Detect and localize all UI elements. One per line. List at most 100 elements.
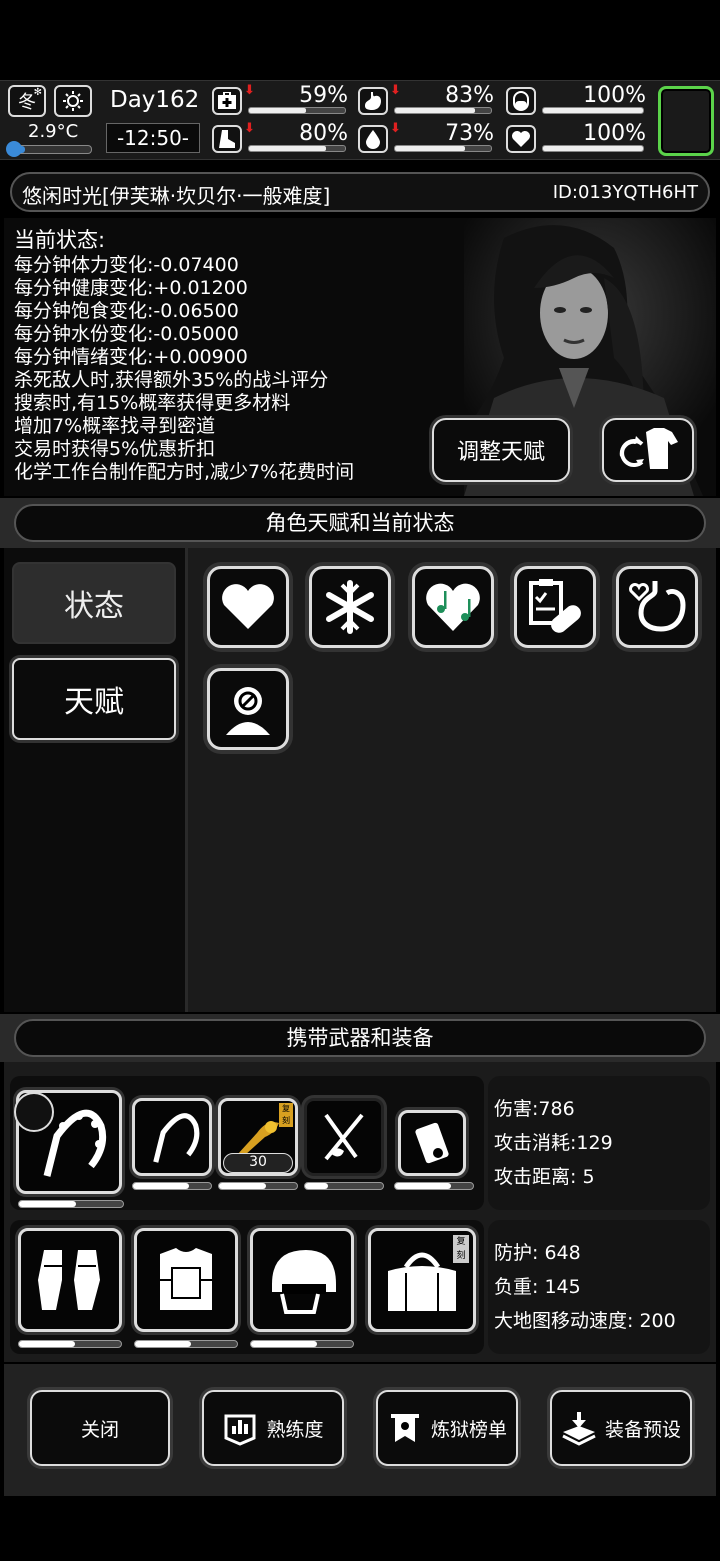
skill-badge-icon: [14, 1092, 54, 1132]
preset-label: 装备预设: [604, 1418, 681, 1441]
engraved-badge-text: 复刻: [456, 1237, 466, 1261]
outfit-swap-icon: [619, 428, 678, 469]
status-head-ban[interactable]: [207, 668, 289, 750]
top-status-bar: 冬 ✻ 2.9°C Day162 -12:50- ⬇ 59% ⬇ 83% 100…: [0, 80, 720, 160]
status-line: 交易时获得5%优惠折扣: [14, 438, 216, 460]
snowflake-icon: [326, 580, 374, 634]
tab-status[interactable]: 状态: [12, 562, 176, 644]
armor-stats-panel: 防护: 648 负重: 145 大地图移动速度: 200: [488, 1220, 710, 1354]
status-music-heart[interactable]: [412, 566, 494, 648]
character-name: 悠闲时光[伊芙琳·坎贝尔·一般难度]: [22, 184, 331, 208]
weapon-bar-fill: [395, 1183, 452, 1189]
health-down-arrow: ⬇: [244, 83, 255, 98]
hunger-fill: [395, 108, 475, 113]
armor-bar-fill: [19, 1341, 76, 1347]
weapon-range: 攻击距离: 5: [494, 1166, 595, 1188]
body-armor-slot[interactable]: [134, 1228, 238, 1332]
weapon-slot-2[interactable]: [132, 1098, 212, 1176]
ranking-button[interactable]: 炼狱榜单: [376, 1390, 518, 1466]
status-heart[interactable]: [207, 566, 289, 648]
weapon-durability-bar: [18, 1200, 124, 1208]
weapon-durability-bar: [132, 1182, 212, 1190]
pill-fill: [543, 108, 643, 113]
weapon-durability-bar: [218, 1182, 298, 1190]
status-cold[interactable]: [309, 566, 391, 648]
close-label: 关闭: [80, 1418, 119, 1441]
change-outfit-button[interactable]: [602, 418, 694, 482]
stamina-fill: [249, 146, 326, 151]
flashlight-icon: [415, 1122, 449, 1164]
equipment-preset-button[interactable]: 装备预设: [550, 1390, 692, 1466]
duffel-bag-icon: [388, 1252, 456, 1311]
tab-talent-label: 天赋: [64, 685, 124, 720]
weapon-stats-panel: 伤害:786 攻击消耗:129 攻击距离: 5: [488, 1076, 710, 1210]
armor-weight: 负重: 145: [494, 1276, 581, 1298]
equipment-area: 30 复刻 伤害:786 攻击消耗:129 攻击距离: 5 复刻 防护: 648…: [4, 1062, 716, 1362]
close-button[interactable]: 关闭: [30, 1390, 170, 1466]
mood-value: 100%: [583, 121, 646, 146]
weapon-cost: 攻击消耗:129: [494, 1132, 613, 1154]
snowflake-small-icon: ✻: [33, 87, 42, 98]
boot-icon: [212, 125, 242, 153]
tab-talent[interactable]: 天赋: [12, 658, 176, 740]
season-indicator: 冬 ✻: [8, 85, 46, 117]
status-line: 杀死敌人时,获得额外35%的战斗评分: [14, 369, 329, 391]
stomach-heart-icon: [629, 581, 686, 632]
day-counter: Day162: [110, 87, 200, 113]
pill-icon: [506, 87, 536, 115]
armor-durability-bar: [18, 1340, 122, 1348]
status-line: 每分钟健康变化:+0.01200: [14, 277, 248, 299]
status-tabs-area: 状态 天赋: [4, 548, 716, 1012]
water-value: 73%: [445, 121, 494, 146]
status-line: 每分钟水份变化:-0.05000: [14, 323, 239, 345]
ranking-label: 炼狱榜单: [430, 1418, 507, 1441]
adjust-talent-button[interactable]: 调整天赋: [432, 418, 570, 482]
time-box: -12:50-: [106, 123, 200, 153]
backpack-slot[interactable]: 复刻: [368, 1228, 476, 1332]
crossed-swords-icon: [324, 1113, 364, 1161]
gloves-slot[interactable]: [18, 1228, 122, 1332]
golden-dragon-icon: [237, 1121, 279, 1155]
stamina-bar: [248, 145, 346, 152]
status-heading: 当前状态:: [14, 228, 106, 252]
weapon-durability-bar: [304, 1182, 384, 1190]
helmet-slot[interactable]: [250, 1228, 354, 1332]
equipment-section-title: 携带武器和装备: [286, 1026, 434, 1050]
health-stat: ⬇ 59%: [212, 83, 348, 117]
talent-section-title: 角色天赋和当前状态: [265, 511, 455, 535]
health-value: 59%: [299, 83, 348, 108]
water-stat: ⬇ 73%: [358, 121, 494, 155]
menu-slot-button[interactable]: [658, 86, 714, 156]
helmet-icon: [272, 1250, 336, 1314]
status-line: 每分钟饱食变化:-0.06500: [14, 300, 239, 322]
status-stomach[interactable]: [616, 566, 698, 648]
status-medical[interactable]: [514, 566, 596, 648]
pill-stat: 100%: [506, 83, 646, 117]
water-bar: [394, 145, 492, 152]
proficiency-label: 熟练度: [266, 1418, 324, 1441]
music-heart-icon: [426, 583, 480, 631]
heart-stat-icon: [506, 125, 536, 153]
map-move-speed: 大地图移动速度: 200: [494, 1310, 676, 1332]
weapon-slot-5[interactable]: [398, 1110, 466, 1176]
stamina-value: 80%: [299, 121, 348, 146]
pill-value: 100%: [583, 83, 646, 108]
health-fill: [249, 108, 306, 113]
weapon-slot-3[interactable]: 30 复刻: [218, 1098, 298, 1176]
hunger-value: 83%: [445, 83, 494, 108]
mood-bar: [542, 145, 644, 152]
medkit-icon: [212, 87, 242, 115]
time-text: -12:50-: [116, 126, 190, 150]
weapon-slot-4[interactable]: [304, 1098, 384, 1176]
hunger-bar: [394, 107, 492, 114]
bone-whip-small-icon: [153, 1113, 200, 1163]
ammo-count-text: 30: [249, 1154, 267, 1170]
status-line: 每分钟体力变化:-0.07400: [14, 254, 239, 276]
proficiency-icon: [224, 1414, 256, 1446]
hunger-down-arrow: ⬇: [390, 83, 401, 98]
health-bar: [248, 107, 346, 114]
proficiency-button[interactable]: 熟练度: [202, 1390, 344, 1466]
heart-icon: [222, 584, 274, 629]
status-panel: 当前状态: 每分钟体力变化:-0.07400 每分钟健康变化:+0.01200 …: [4, 218, 716, 496]
gloves-icon: [38, 1250, 100, 1310]
